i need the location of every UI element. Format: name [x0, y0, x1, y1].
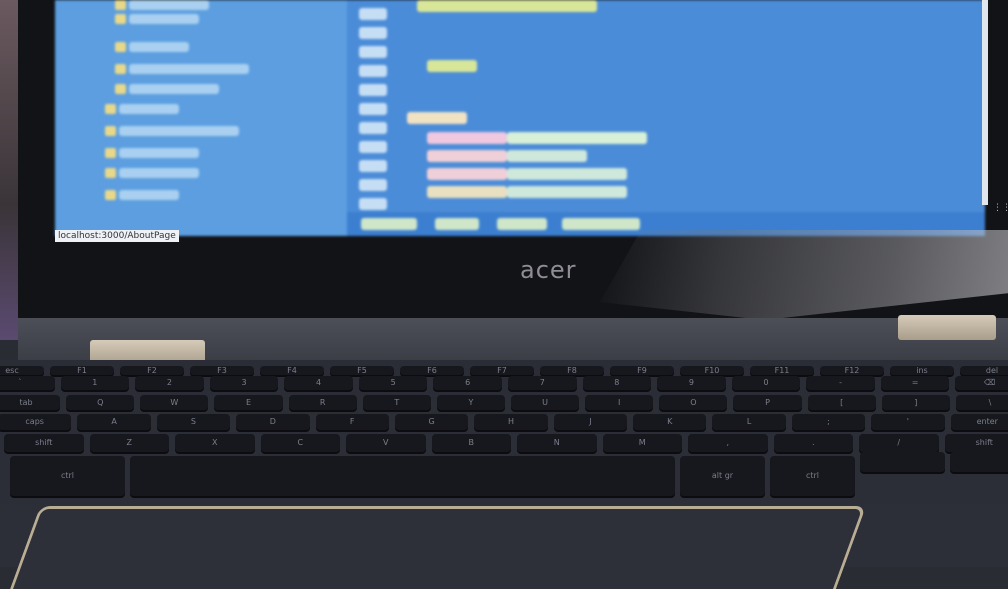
- key[interactable]: shift: [4, 434, 84, 452]
- key[interactable]: Q: [66, 395, 134, 410]
- key[interactable]: ,: [688, 434, 768, 452]
- touchpad: [10, 506, 866, 589]
- key[interactable]: 3: [210, 376, 279, 390]
- key[interactable]: Z: [90, 434, 170, 452]
- key[interactable]: 9: [657, 376, 726, 390]
- key[interactable]: enter: [951, 414, 1008, 430]
- key[interactable]: M: [603, 434, 683, 452]
- key[interactable]: shift: [945, 434, 1008, 452]
- key[interactable]: F6: [400, 366, 464, 375]
- key[interactable]: N: [517, 434, 597, 452]
- key[interactable]: alt gr: [680, 456, 765, 496]
- key[interactable]: U: [511, 395, 579, 410]
- key[interactable]: X: [175, 434, 255, 452]
- key[interactable]: F8: [540, 366, 604, 375]
- key[interactable]: Y: [437, 395, 505, 410]
- key[interactable]: I: [585, 395, 653, 410]
- key[interactable]: ⌫: [955, 376, 1008, 390]
- keyboard: escF1F2F3F4F5F6F7F8F9F10F11F12insdel`123…: [0, 0, 1008, 567]
- key[interactable]: .: [774, 434, 854, 452]
- key[interactable]: F12: [820, 366, 884, 375]
- key[interactable]: 2: [135, 376, 204, 390]
- key[interactable]: tab: [0, 395, 60, 410]
- key[interactable]: 7: [508, 376, 577, 390]
- key[interactable]: T: [363, 395, 431, 410]
- key[interactable]: F2: [120, 366, 184, 375]
- key[interactable]: W: [140, 395, 208, 410]
- key[interactable]: V: [346, 434, 426, 452]
- key[interactable]: del: [960, 366, 1008, 375]
- key[interactable]: caps: [0, 414, 71, 430]
- key[interactable]: 0: [732, 376, 801, 390]
- key[interactable]: F1: [50, 366, 114, 375]
- key[interactable]: `: [0, 376, 55, 390]
- key[interactable]: /: [859, 434, 939, 452]
- key[interactable]: F9: [610, 366, 674, 375]
- key[interactable]: 6: [433, 376, 502, 390]
- key[interactable]: \: [956, 395, 1008, 410]
- key[interactable]: J: [554, 414, 627, 430]
- key[interactable]: F4: [260, 366, 324, 375]
- key[interactable]: F11: [750, 366, 814, 375]
- key[interactable]: F5: [330, 366, 394, 375]
- key[interactable]: A: [77, 414, 150, 430]
- key[interactable]: [: [808, 395, 876, 410]
- key[interactable]: G: [395, 414, 468, 430]
- key[interactable]: ': [871, 414, 944, 430]
- key[interactable]: H: [474, 414, 547, 430]
- key[interactable]: ctrl: [770, 456, 855, 496]
- key[interactable]: R: [289, 395, 357, 410]
- key[interactable]: C: [261, 434, 341, 452]
- key[interactable]: 8: [583, 376, 652, 390]
- key[interactable]: F3: [190, 366, 254, 375]
- key[interactable]: ins: [890, 366, 954, 375]
- key[interactable]: -: [806, 376, 875, 390]
- key[interactable]: L: [712, 414, 785, 430]
- key[interactable]: 1: [61, 376, 130, 390]
- key[interactable]: P: [733, 395, 801, 410]
- key[interactable]: ]: [882, 395, 950, 410]
- key[interactable]: F7: [470, 366, 534, 375]
- key[interactable]: B: [432, 434, 512, 452]
- key[interactable]: 4: [284, 376, 353, 390]
- key[interactable]: O: [659, 395, 727, 410]
- key[interactable]: F: [316, 414, 389, 430]
- key[interactable]: 5: [359, 376, 428, 390]
- key[interactable]: ;: [792, 414, 865, 430]
- arrow-key[interactable]: [860, 452, 945, 472]
- key[interactable]: D: [236, 414, 309, 430]
- key[interactable]: S: [157, 414, 230, 430]
- key[interactable]: ctrl: [10, 456, 125, 496]
- key[interactable]: E: [214, 395, 282, 410]
- key[interactable]: K: [633, 414, 706, 430]
- key[interactable]: =: [881, 376, 950, 390]
- key[interactable]: esc: [0, 366, 44, 375]
- key[interactable]: F10: [680, 366, 744, 375]
- arrow-key[interactable]: [950, 452, 1008, 472]
- spacebar[interactable]: [130, 456, 675, 496]
